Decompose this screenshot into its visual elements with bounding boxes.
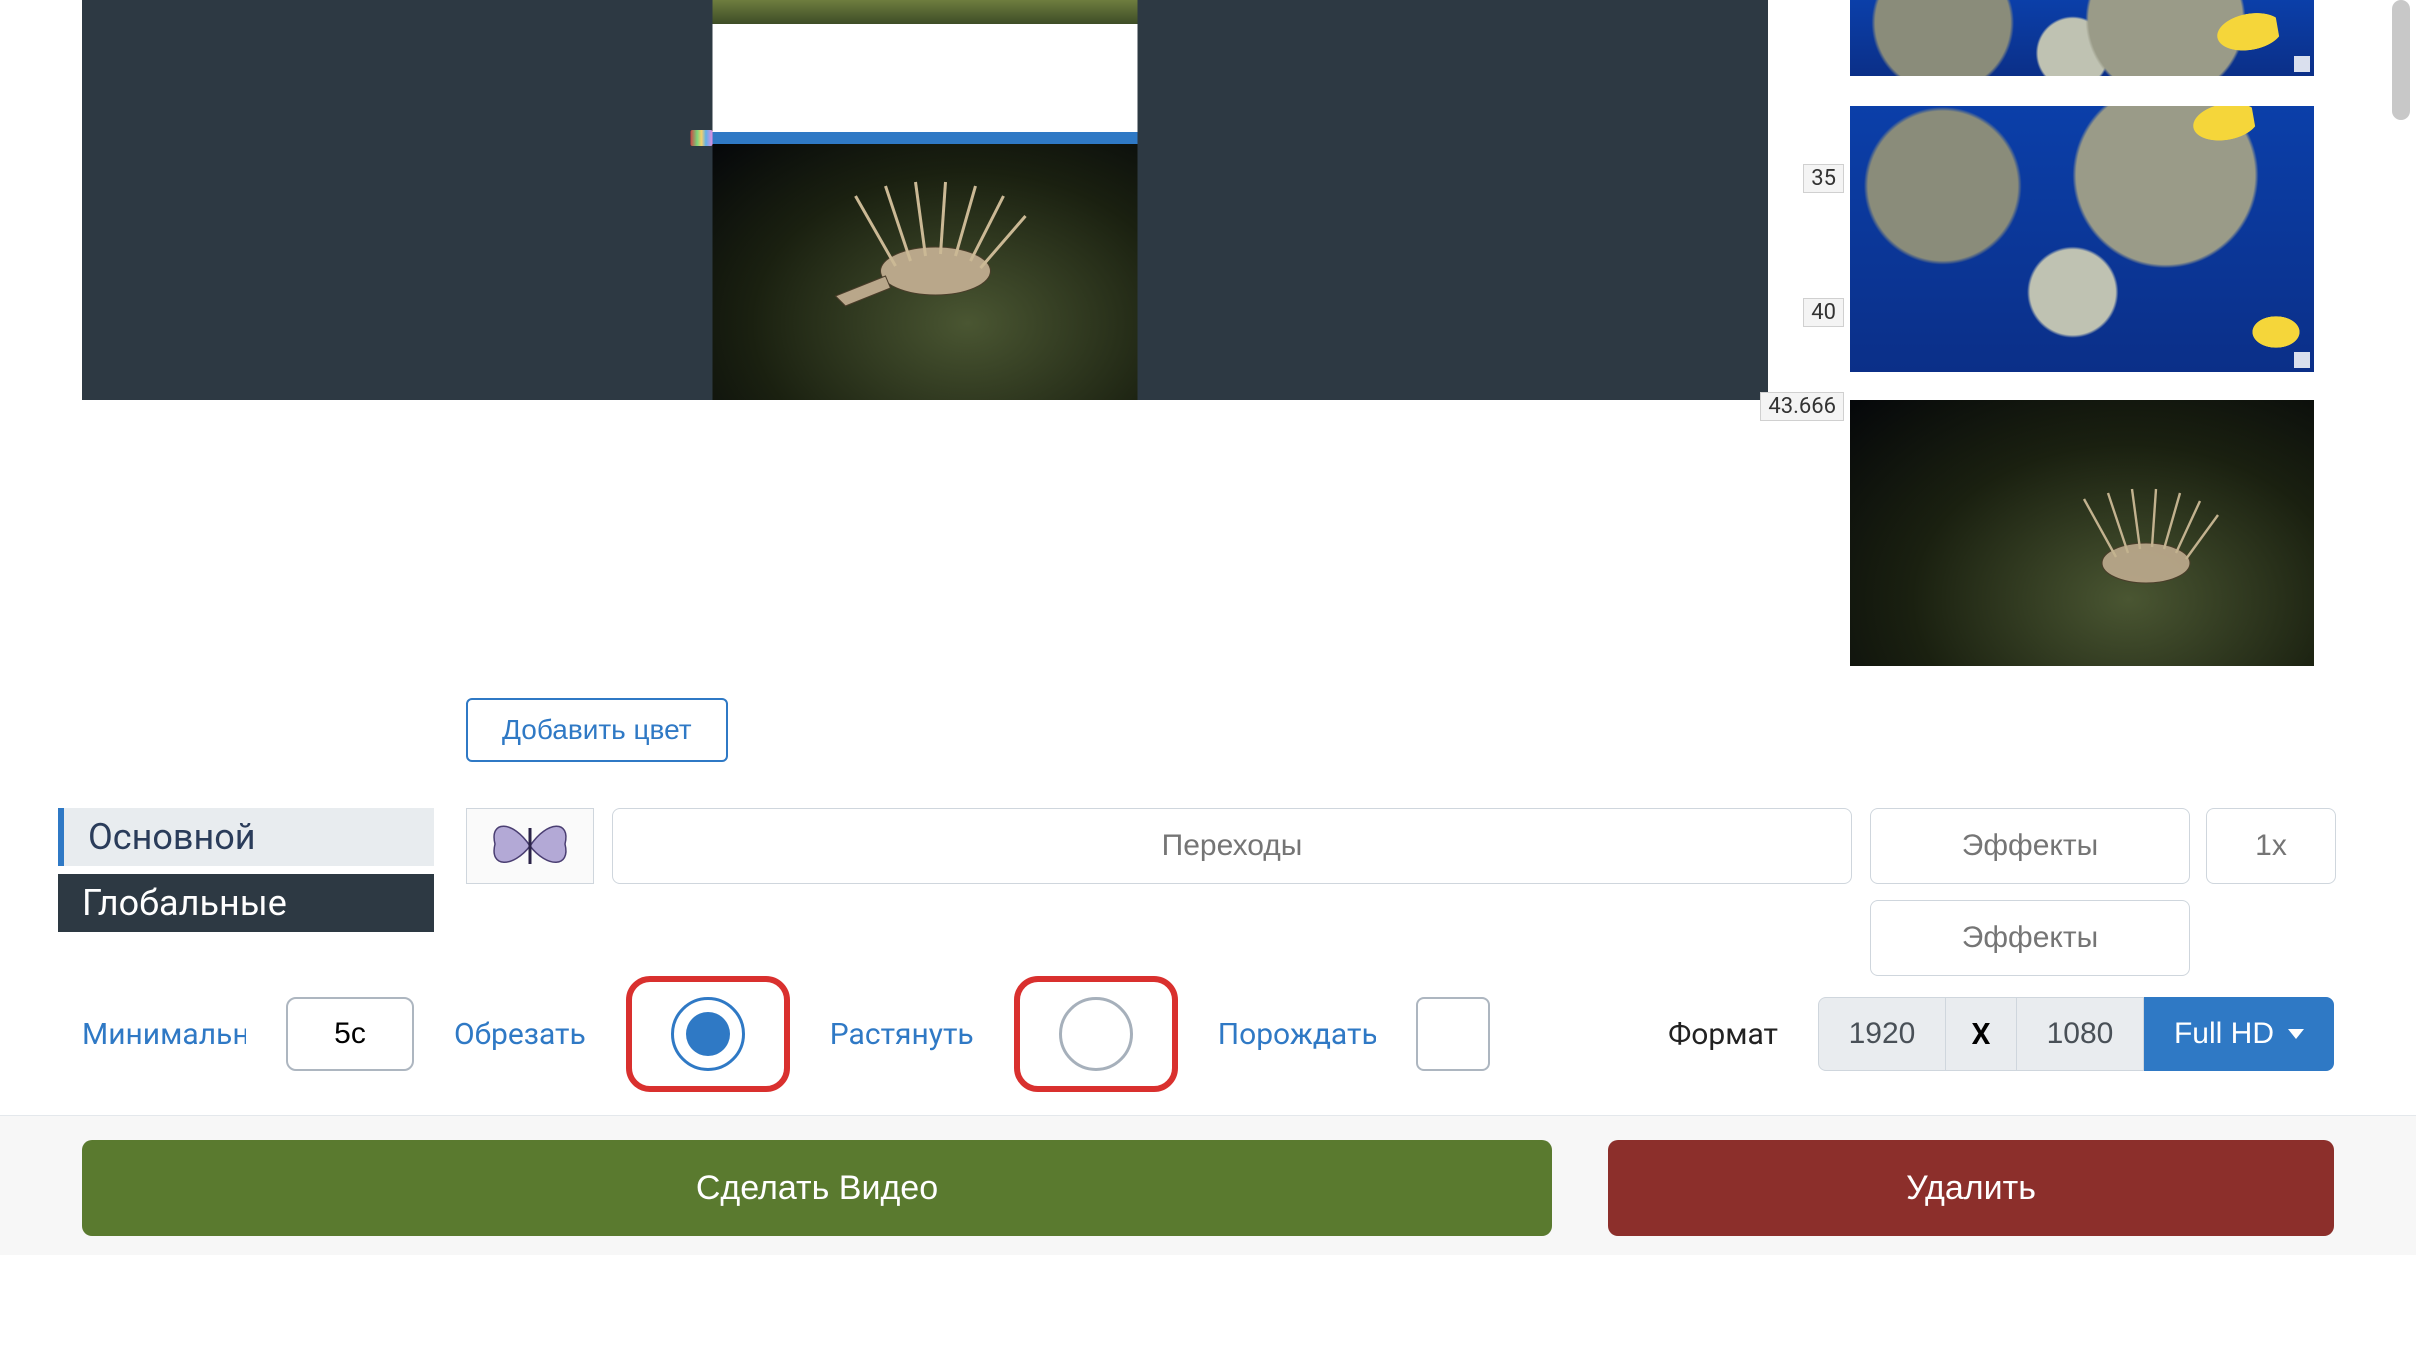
- thumbnail-1[interactable]: [1850, 0, 2314, 76]
- generate-checkbox[interactable]: [1416, 997, 1490, 1071]
- thumbnail-3[interactable]: [1850, 400, 2314, 666]
- delete-button[interactable]: Удалить: [1608, 1140, 2334, 1236]
- preview-image: [713, 144, 1138, 400]
- effects-input-1[interactable]: [1870, 808, 2190, 884]
- stretch-radio[interactable]: [1059, 997, 1133, 1071]
- generate-label: Порождать: [1218, 1017, 1376, 1052]
- crop-radio-highlight: [626, 976, 790, 1092]
- fish-icon: [2246, 312, 2306, 352]
- stretch-radio-highlight: [1014, 976, 1178, 1092]
- dimension-separator: X: [1946, 997, 2016, 1071]
- min-duration-label: Минимальн: [82, 1017, 246, 1052]
- transitions-input[interactable]: [612, 808, 1852, 884]
- settings-row: Минимальн Обрезать Растянуть Порождать Ф…: [82, 988, 2334, 1080]
- swatch-butterfly[interactable]: [466, 808, 594, 884]
- fish-icon: [2181, 106, 2258, 152]
- min-duration-input[interactable]: [286, 997, 414, 1071]
- action-bar: Сделать Видео Удалить: [0, 1115, 2416, 1255]
- tab-global[interactable]: Глобальные: [58, 874, 434, 932]
- effects-input-2[interactable]: [1870, 900, 2190, 976]
- thumb-badge-icon: [2294, 56, 2310, 72]
- thumbnail-column: 35 40 43.666: [1774, 0, 2314, 670]
- preview-canvas: [82, 0, 1768, 400]
- format-group: X Full HD: [1818, 997, 2334, 1071]
- preview-strip-top: [713, 0, 1138, 24]
- width-input[interactable]: [1818, 997, 1946, 1071]
- fish-icon: [2205, 4, 2282, 61]
- thumbnail-2[interactable]: [1850, 106, 2314, 372]
- add-color-button[interactable]: Добавить цвет: [466, 698, 728, 762]
- swatch-row: [466, 808, 2336, 884]
- tick-label: 43.666: [1760, 392, 1844, 421]
- format-label: Формат: [1668, 1017, 1778, 1052]
- speed-input[interactable]: [2206, 808, 2336, 884]
- timeline-bar[interactable]: [713, 132, 1138, 144]
- thumb-badge-icon: [2294, 352, 2310, 368]
- tick-label: 35: [1803, 164, 1844, 193]
- preview-gap: [713, 24, 1138, 132]
- chevron-down-icon: [2288, 1029, 2304, 1039]
- lionfish-icon: [2036, 485, 2236, 595]
- lionfish-icon: [795, 176, 1055, 316]
- scrollbar[interactable]: [2392, 0, 2410, 120]
- crop-label: Обрезать: [454, 1017, 586, 1052]
- tabs: Основной Глобальные: [58, 808, 438, 940]
- make-video-button[interactable]: Сделать Видео: [82, 1140, 1552, 1236]
- preset-dropdown[interactable]: Full HD: [2144, 997, 2334, 1071]
- tab-main[interactable]: Основной: [58, 808, 434, 866]
- tick-label: 40: [1803, 298, 1844, 327]
- butterfly-icon: [485, 814, 575, 878]
- timeline-ticks: 35 40 43.666: [1774, 0, 1846, 670]
- preset-label: Full HD: [2174, 1017, 2274, 1051]
- preview-frame: [713, 0, 1138, 400]
- crop-radio[interactable]: [671, 997, 745, 1071]
- height-input[interactable]: [2016, 997, 2144, 1071]
- stretch-label: Растянуть: [830, 1017, 974, 1052]
